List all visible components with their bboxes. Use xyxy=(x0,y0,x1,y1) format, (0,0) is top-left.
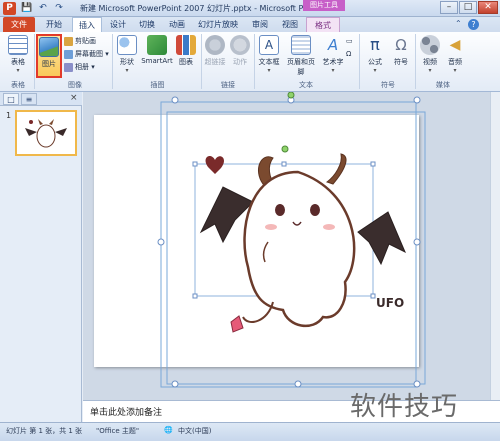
symbol-button[interactable]: Ω 符号 xyxy=(390,34,412,78)
smartart-button[interactable]: SmartArt xyxy=(141,34,173,78)
group-divider xyxy=(34,34,35,89)
film-icon xyxy=(420,35,440,55)
picture-icon xyxy=(39,37,59,57)
redo-icon[interactable]: ↷ xyxy=(53,2,65,14)
minimize-ribbon-icon[interactable]: ⌃ xyxy=(455,19,462,28)
help-icon[interactable]: ? xyxy=(468,19,479,30)
chevron-down-icon: ▾ xyxy=(331,67,335,74)
group-label-symbols: 符号 xyxy=(381,81,395,89)
group-divider xyxy=(415,34,416,89)
chevron-down-icon: ▾ xyxy=(125,67,129,74)
group-label-tables: 表格 xyxy=(11,81,25,89)
wordart-button[interactable]: A 艺术字 ▾ xyxy=(320,34,346,78)
chevron-down-icon: ▾ xyxy=(267,67,271,74)
screenshot-icon xyxy=(64,49,73,59)
group-label-images: 图像 xyxy=(68,81,82,89)
close-button[interactable]: ✕ xyxy=(478,1,498,14)
text-extra-icons[interactable]: Ω xyxy=(346,49,351,60)
table-icon xyxy=(8,35,28,55)
chevron-down-icon: ▾ xyxy=(428,67,432,74)
group-divider xyxy=(359,34,360,89)
tab-design[interactable]: 设计 xyxy=(104,17,132,32)
group-label-media: 媒体 xyxy=(436,81,450,89)
tab-view[interactable]: 视图 xyxy=(276,17,304,32)
album-icon xyxy=(64,62,73,72)
language-icon[interactable]: 🌐 xyxy=(164,426,173,434)
header-footer-button[interactable]: 页眉和页脚 xyxy=(284,34,318,78)
tab-format[interactable]: 格式 xyxy=(306,17,340,32)
devil-character-image xyxy=(199,153,406,333)
text-extra-icons[interactable]: ▭ xyxy=(346,36,353,47)
close-icon[interactable]: × xyxy=(70,93,78,103)
wordart-icon: A xyxy=(327,36,339,54)
action-icon xyxy=(230,35,250,55)
chart-icon xyxy=(176,35,196,55)
slide-number: 1 xyxy=(6,111,12,120)
rotate-handle[interactable] xyxy=(287,92,295,99)
picture-tools-context-label: 图片工具 xyxy=(303,0,345,11)
selected-image-frame[interactable] xyxy=(83,92,500,400)
textbox-button[interactable]: A 文本框 ▾ xyxy=(256,34,282,78)
tab-insert[interactable]: 插入 xyxy=(72,17,102,32)
equation-button[interactable]: π 公式 ▾ xyxy=(362,34,388,78)
status-language[interactable]: 中文(中国) xyxy=(178,426,211,436)
watermark-text: 软件技巧 xyxy=(350,392,459,422)
chevron-down-icon: ▾ xyxy=(16,67,20,74)
tab-home[interactable]: 开始 xyxy=(38,17,70,32)
tab-review[interactable]: 审阅 xyxy=(246,17,274,32)
shapes-icon xyxy=(117,35,137,55)
save-icon[interactable]: 💾 xyxy=(21,2,33,14)
thumbnail-devil-image xyxy=(25,119,67,148)
tab-animations[interactable]: 动画 xyxy=(163,17,191,32)
rotate-handle[interactable] xyxy=(281,145,289,153)
album-button[interactable]: 相册 ▾ xyxy=(64,62,95,73)
group-label-illustrations: 插图 xyxy=(150,81,165,89)
slide-thumbnail[interactable] xyxy=(15,110,77,156)
minimize-button[interactable]: – xyxy=(440,1,458,14)
pi-icon: π xyxy=(370,35,380,54)
undo-icon[interactable]: ↶ xyxy=(37,2,49,14)
action-button[interactable]: 动作 xyxy=(229,34,251,78)
group-divider xyxy=(254,34,255,89)
video-button[interactable]: 视频 ▾ xyxy=(418,34,442,78)
chevron-down-icon: ▾ xyxy=(453,67,457,74)
audio-button[interactable]: ◀ 音频 ▾ xyxy=(444,34,466,78)
smartart-icon xyxy=(147,35,167,55)
maximize-button[interactable]: □ xyxy=(459,1,477,14)
group-label-links: 链接 xyxy=(221,81,235,89)
group-divider xyxy=(201,34,202,89)
textbox-icon: A xyxy=(259,35,279,55)
chevron-down-icon: ▾ xyxy=(373,67,377,74)
screenshot-button[interactable]: 屏幕截图 ▾ xyxy=(64,49,109,60)
clipart-button[interactable]: 剪贴画 xyxy=(64,36,96,47)
tab-transitions[interactable]: 切换 xyxy=(133,17,161,32)
shapes-button[interactable]: 形状 ▾ xyxy=(115,34,139,78)
omega-icon: Ω xyxy=(395,36,407,54)
status-theme: "Office 主题" xyxy=(96,427,140,435)
picture-button[interactable]: 图片 xyxy=(36,34,62,78)
hyperlink-icon xyxy=(205,35,225,55)
group-divider xyxy=(112,34,113,89)
header-footer-icon xyxy=(291,35,311,55)
ufo-label: UFO xyxy=(376,296,405,310)
notes-placeholder[interactable]: 单击此处添加备注 xyxy=(90,405,162,418)
group-label-text: 文本 xyxy=(299,81,313,89)
powerpoint-app-icon[interactable]: P xyxy=(3,2,16,15)
tab-slideshow[interactable]: 幻灯片放映 xyxy=(193,17,243,32)
hyperlink-button[interactable]: 超链接 xyxy=(203,34,227,78)
table-button[interactable]: 表格 ▾ xyxy=(5,34,31,78)
tab-file[interactable]: 文件 xyxy=(3,17,35,32)
clipart-icon xyxy=(64,36,73,46)
tab-slides[interactable]: □ xyxy=(3,93,19,105)
window-title: 新建 Microsoft PowerPoint 2007 幻灯片.pptx - … xyxy=(80,4,310,13)
chart-button[interactable]: 图表 xyxy=(175,34,197,78)
tab-outline[interactable]: ≡ xyxy=(21,93,37,105)
speaker-icon: ◀ xyxy=(449,37,461,53)
status-slide-info: 幻灯片 第 1 张，共 1 张 xyxy=(6,427,83,435)
